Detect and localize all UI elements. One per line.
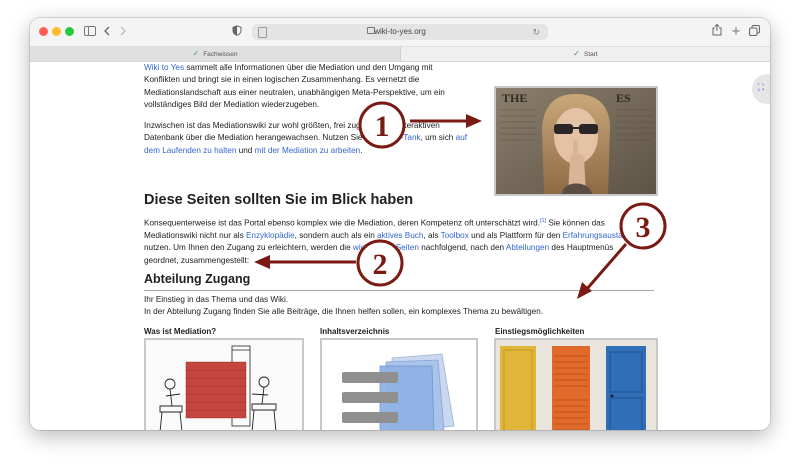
- text: In der Abteilung Zugang finden Sie alle …: [144, 307, 544, 317]
- auf-dem-laufenden-link-cont[interactable]: dem Laufenden zu halten: [144, 146, 236, 155]
- new-tab-icon[interactable]: +: [729, 23, 743, 41]
- card-mediation-image[interactable]: ©: [144, 338, 304, 430]
- wichtigste-seiten-link[interactable]: wichtigsten Seiten: [353, 243, 419, 252]
- text: nutzen. Um Ihnen den Zugang zu erleichte…: [144, 243, 353, 253]
- back-icon[interactable]: [100, 23, 114, 41]
- text: Datenbank über die Mediation herangewach…: [144, 133, 381, 143]
- column-title-inhaltsverzeichnis[interactable]: Inhaltsverzeichnis: [320, 327, 389, 336]
- auf-dem-laufenden-link[interactable]: auf: [456, 133, 467, 142]
- intro-paragraph-2: Inzwischen ist das Mediationswiki zur wo…: [144, 120, 467, 157]
- text: Konsequenterweise ist das Portal ebenso …: [144, 218, 540, 228]
- sidebar-icon[interactable]: [82, 23, 98, 41]
- text: nachfolgend, nach den: [418, 243, 506, 253]
- tab-label: Start: [583, 51, 598, 58]
- text: vollständiges Bild der Mediation wiederz…: [144, 99, 320, 109]
- section-zugang-paragraph: Ihr Einstieg in das Thema und das Wiki. …: [144, 294, 543, 319]
- address-bar[interactable]: wiki-to-yes.org ↻: [252, 24, 548, 40]
- text: geordnet, zusammengestellt:: [144, 255, 250, 265]
- forward-icon[interactable]: [116, 23, 130, 41]
- section-divider: [144, 290, 654, 291]
- checkmark-icon: ✓: [573, 49, 580, 58]
- browser-toolbar: wiki-to-yes.org ↻ +: [30, 18, 770, 47]
- hero-image-secret-woman: THE ES: [494, 86, 658, 196]
- text: .: [360, 145, 363, 155]
- svg-text:THE: THE: [502, 91, 527, 105]
- text: , als: [423, 231, 441, 241]
- tab-overview-icon[interactable]: [747, 23, 761, 41]
- wiki-to-yes-link[interactable]: Wiki to Yes: [144, 63, 184, 72]
- text: des Hauptmenüs: [549, 243, 614, 253]
- enzyklopaedie-link[interactable]: Enzyklopädie: [246, 231, 295, 240]
- aktives-buch-link[interactable]: aktives Buch: [377, 231, 423, 240]
- text: Mediationslandschaft aus einer neutralen…: [144, 87, 445, 97]
- address-url: wiki-to-yes.org: [374, 27, 426, 36]
- close-window-button[interactable]: [39, 27, 48, 36]
- intro-paragraph: Wiki to Yes sammelt alle Informationen ü…: [144, 62, 445, 111]
- toolbox-link[interactable]: Toolbox: [441, 231, 469, 240]
- text: , sondern auch als ein: [294, 231, 378, 241]
- privacy-shield-icon[interactable]: [230, 23, 244, 41]
- erfahrungsaustausch-link[interactable]: Erfahrungsaustausch: [563, 231, 640, 240]
- svg-text:ES: ES: [616, 91, 631, 105]
- text: Konflikten und bringt sie in einen logis…: [144, 75, 420, 85]
- text: Ihr Einstieg in das Thema und das Wiki.: [144, 295, 289, 304]
- column-title-einstiegsmoeglichkeiten[interactable]: Einstiegsmöglichkeiten: [495, 327, 584, 336]
- think-tank-link[interactable]: Think-Tank: [381, 133, 421, 142]
- section-heading-zugang[interactable]: Abteilung Zugang: [144, 272, 250, 286]
- expand-icon[interactable]: ⛶: [758, 82, 764, 93]
- text: Mediationswiki nicht nur als: [144, 231, 246, 241]
- mit-der-mediation-arbeiten-link[interactable]: mit der Mediation zu arbeiten: [255, 146, 361, 155]
- abteilungen-link[interactable]: Abteilungen: [506, 243, 549, 252]
- card-einstieg-doors-image[interactable]: [494, 338, 658, 430]
- section-heading-main: Diese Seiten sollten Sie im Blick haben: [144, 192, 414, 208]
- text: und: [236, 145, 255, 155]
- card-inhaltsverzeichnis-image[interactable]: [320, 338, 478, 430]
- zoom-window-button[interactable]: [65, 27, 74, 36]
- tab-label: Fachwissen: [203, 51, 238, 58]
- text: und als Plattform für den: [468, 231, 563, 241]
- section-main-paragraph: Konsequenterweise ist das Portal ebenso …: [144, 215, 640, 267]
- checkmark-icon: ✓: [192, 49, 200, 58]
- reload-icon[interactable]: ↻: [532, 24, 540, 40]
- tab-fachwissen[interactable]: ✓ Fachwissen: [30, 47, 401, 61]
- text: Inzwischen ist das Mediationswiki zur wo…: [144, 121, 440, 130]
- browser-window: wiki-to-yes.org ↻ + ✓ Fachwissen ✓ Start W…: [30, 18, 770, 430]
- text: , um sich: [420, 133, 456, 143]
- tab-bar: ✓ Fachwissen ✓ Start: [30, 47, 770, 62]
- page-content: Wiki to Yes sammelt alle Informationen ü…: [30, 62, 770, 430]
- text: sammelt alle Informationen über die Medi…: [184, 63, 433, 72]
- column-title-was-ist-mediation[interactable]: Was ist Mediation?: [144, 327, 216, 336]
- text: Sie können das: [546, 218, 605, 228]
- tab-start[interactable]: ✓ Start: [401, 47, 770, 61]
- share-icon[interactable]: [710, 23, 724, 41]
- minimize-window-button[interactable]: [52, 27, 61, 36]
